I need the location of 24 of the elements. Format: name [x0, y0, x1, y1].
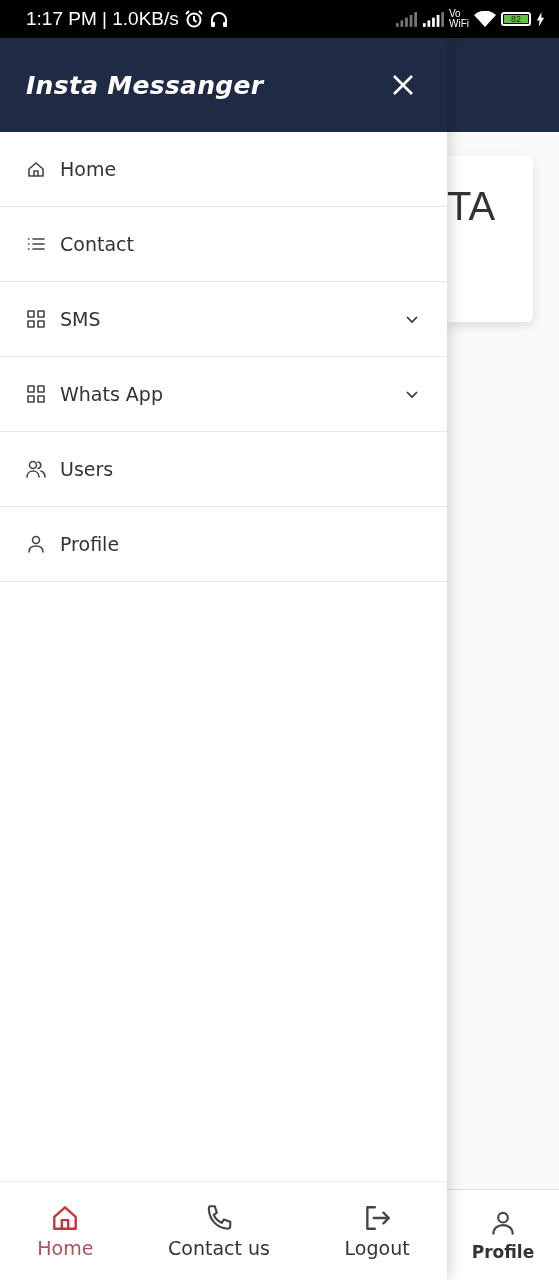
- menu-item[interactable]: SMS: [0, 282, 447, 357]
- wifi-label: WiFi: [449, 19, 469, 29]
- vo-label: Vo: [449, 9, 462, 19]
- user-icon: [26, 534, 46, 554]
- alarm-icon: [183, 9, 204, 29]
- battery-level: 82: [504, 15, 528, 23]
- grid-icon: [26, 384, 46, 404]
- nav-tab[interactable]: Home: [37, 1203, 94, 1259]
- charging-icon: [536, 11, 545, 27]
- close-icon[interactable]: [391, 73, 415, 97]
- headphones-icon: [208, 9, 229, 29]
- status-time: 1:17 PM | 1.0KB/s: [26, 8, 179, 30]
- nav-tab[interactable]: Profile: [471, 1208, 535, 1262]
- users-icon: [26, 459, 46, 479]
- wifi-icon: [474, 11, 496, 27]
- signal-icon: [395, 11, 417, 27]
- app-title: Insta Messanger: [26, 70, 264, 100]
- home-icon: [26, 159, 46, 179]
- nav-tab[interactable]: Contact us: [168, 1203, 270, 1259]
- nav-tab[interactable]: Logout: [344, 1203, 410, 1259]
- card-title: TA: [447, 184, 496, 230]
- signal-icon: [422, 11, 444, 27]
- grid-icon: [26, 309, 46, 329]
- menu-item[interactable]: Whats App: [0, 357, 447, 432]
